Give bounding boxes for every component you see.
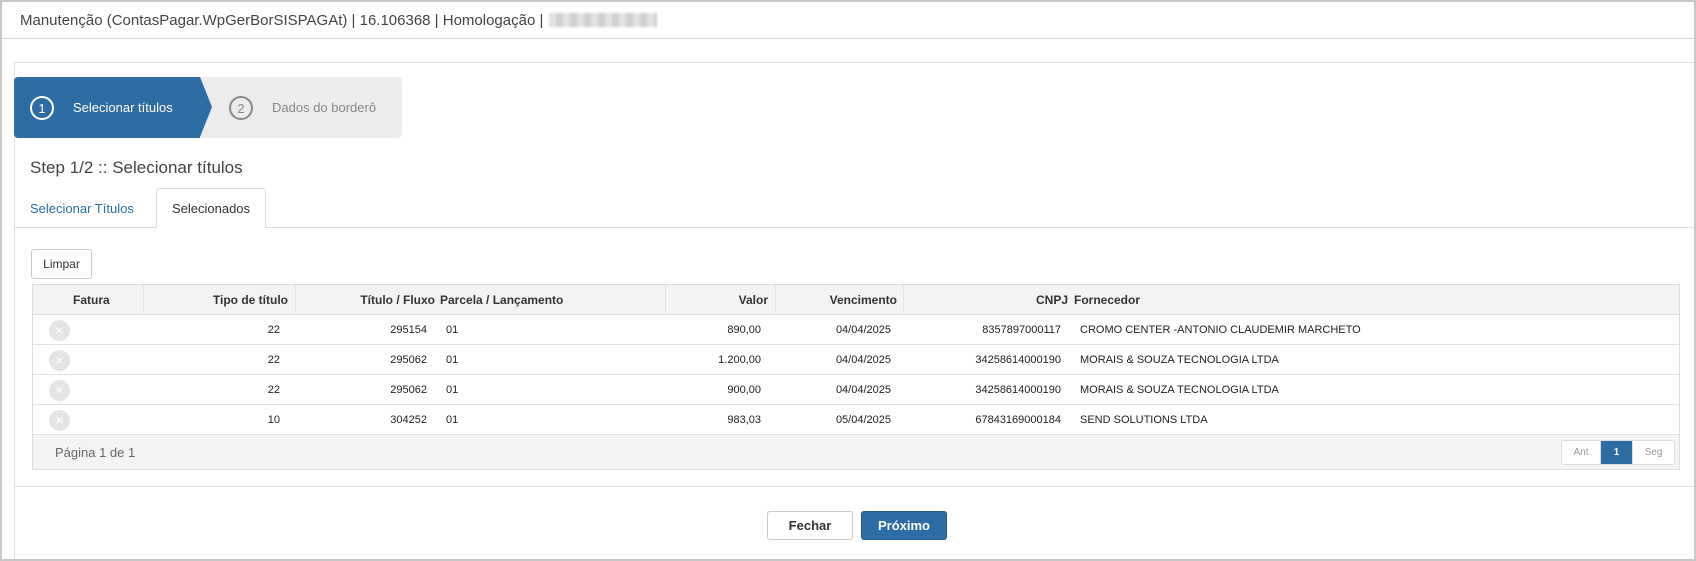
pager: Ant 1 Seg [1561,440,1675,465]
cell-tipo: 22 [267,354,280,366]
cell-cnpj: 67843169000184 [975,414,1061,426]
col-cnpj[interactable]: CNPJ [903,285,1068,315]
clear-button[interactable]: Limpar [31,249,92,279]
cell-valor: 983,03 [727,414,761,426]
cell-tipo: 22 [267,324,280,336]
step-2-number: 2 [229,96,253,120]
cell-titulo: 304252 [390,414,427,426]
tab-selecionar-titulos[interactable]: Selecionar Títulos [14,188,150,228]
pager-page-1[interactable]: 1 [1601,441,1632,464]
cell-cnpj: 8357897000117 [982,324,1061,336]
pager-next-button[interactable]: Seg [1632,441,1674,464]
step-2-label[interactable]: Dados do borderô [272,100,376,115]
cell-valor: 1.200,00 [718,354,761,366]
grid-header: Fatura Tipo de título Título / Fluxo Par… [33,285,1679,315]
col-parcela-lancamento[interactable]: Parcela / Lançamento [440,285,563,315]
redacted-user [549,13,658,27]
selected-titles-grid: Fatura Tipo de título Título / Fluxo Par… [32,284,1680,470]
cell-cnpj: 34258614000190 [975,384,1061,396]
cell-valor: 890,00 [727,324,761,336]
page-info: Página 1 de 1 [55,445,136,460]
cell-tipo: 10 [267,414,280,426]
cell-tipo: 22 [267,384,280,396]
cell-fornecedor: SEND SOLUTIONS LTDA [1080,414,1208,426]
col-titulo-fluxo[interactable]: Título / Fluxo [295,285,435,315]
cell-parcela: 01 [446,324,459,336]
table-row: × 22 295062 01 1.200,00 04/04/2025 34258… [33,345,1679,375]
window-title-bar: Manutenção (ContasPagar.WpGerBorSISPAGAt… [2,2,1694,39]
col-valor[interactable]: Valor [665,285,768,315]
close-button[interactable]: Fechar [767,511,853,540]
table-row: × 22 295062 01 900,00 04/04/2025 3425861… [33,375,1679,405]
step-title: Step 1/2 :: Selecionar títulos [30,158,243,177]
col-tipo-titulo[interactable]: Tipo de título [143,285,288,315]
cell-parcela: 01 [446,414,459,426]
remove-row-icon[interactable]: × [49,410,70,431]
grid-footer: Página 1 de 1 Ant 1 Seg [33,435,1679,469]
cell-vencimento: 05/04/2025 [835,414,891,426]
cell-vencimento: 04/04/2025 [835,354,891,366]
cell-parcela: 01 [446,354,459,366]
cell-titulo: 295062 [390,384,427,396]
cell-parcela: 01 [446,384,459,396]
remove-row-icon[interactable]: × [49,320,70,341]
cell-titulo: 295062 [390,354,427,366]
cell-fornecedor: MORAIS & SOUZA TECNOLOGIA LTDA [1080,354,1279,366]
step-1-number: 1 [30,96,54,120]
table-row: × 22 295154 01 890,00 04/04/2025 8357897… [33,315,1679,345]
cell-fornecedor: MORAIS & SOUZA TECNOLOGIA LTDA [1080,384,1279,396]
cell-cnpj: 34258614000190 [975,354,1061,366]
remove-row-icon[interactable]: × [49,350,70,371]
table-row: × 10 304252 01 983,03 05/04/2025 6784316… [33,405,1679,435]
cell-vencimento: 04/04/2025 [835,384,891,396]
next-button[interactable]: Próximo [861,511,947,540]
cell-titulo: 295154 [390,324,427,336]
cell-vencimento: 04/04/2025 [835,324,891,336]
tabs-divider [14,227,1694,228]
col-fornecedor[interactable]: Fornecedor [1074,285,1140,315]
remove-row-icon[interactable]: × [49,380,70,401]
window-title: Manutenção (ContasPagar.WpGerBorSISPAGAt… [20,11,544,29]
pager-prev-button[interactable]: Ant [1562,441,1601,464]
panel-divider [14,486,1694,487]
cell-valor: 900,00 [727,384,761,396]
tab-selecionados[interactable]: Selecionados [156,188,266,228]
cell-fornecedor: CROMO CENTER -ANTONIO CLAUDEMIR MARCHETO [1080,324,1361,336]
step-1-label: Selecionar títulos [73,100,173,115]
col-fatura[interactable]: Fatura [73,285,110,315]
col-vencimento[interactable]: Vencimento [775,285,897,315]
wizard-step-arrow [200,77,212,137]
